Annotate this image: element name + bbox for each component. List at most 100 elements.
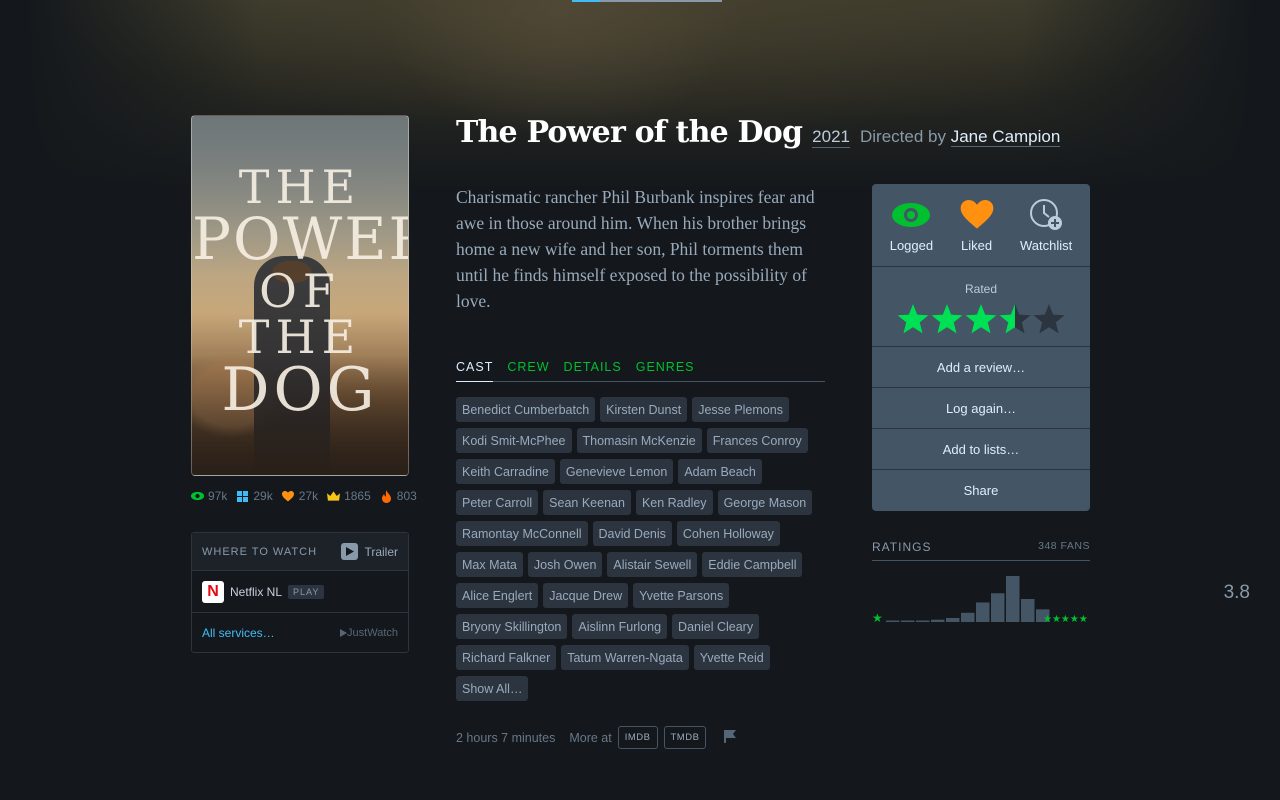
cast-member-link[interactable]: Cohen Holloway [676, 521, 780, 546]
ratings-header: RATINGS 348 FANS [872, 540, 1090, 561]
stat-top-rank[interactable]: 1865 [327, 489, 371, 503]
cast-member-link[interactable]: Daniel Cleary [672, 614, 760, 639]
rating-section: Rated [872, 267, 1090, 347]
histogram-bar[interactable] [886, 620, 900, 623]
histogram-bar[interactable] [1006, 576, 1020, 622]
cast-member-link[interactable]: Alice Englert [456, 583, 539, 608]
histogram-bar[interactable] [901, 620, 915, 623]
histogram-bar[interactable] [961, 612, 975, 622]
tab-crew[interactable]: CREW [507, 360, 549, 381]
cast-member-link[interactable]: David Denis [592, 521, 672, 546]
cast-member-link[interactable]: Kodi Smit-McPhee [456, 428, 572, 453]
average-rating[interactable]: 3.8 [1224, 582, 1250, 604]
add-to-lists-button[interactable]: Add to lists… [872, 429, 1090, 470]
where-to-watch-panel: WHERE TO WATCH Trailer N Netflix NL PLAY… [191, 532, 409, 653]
histogram-bar[interactable] [916, 620, 930, 623]
cast-member-link[interactable]: Jacque Drew [543, 583, 629, 608]
cast-member-link[interactable]: Keith Carradine [456, 459, 555, 484]
imdb-button[interactable]: IMDB [617, 726, 658, 749]
stat-popularity[interactable]: 803 [380, 489, 417, 503]
add-review-button[interactable]: Add a review… [872, 347, 1090, 388]
cast-member-link[interactable]: Aislinn Furlong [572, 614, 668, 639]
histogram-bar[interactable] [946, 617, 960, 622]
logged-button[interactable]: Logged [890, 198, 933, 253]
stat-likes[interactable]: 27k [282, 489, 318, 503]
all-services-link[interactable]: All services… [202, 626, 275, 640]
tab-genres[interactable]: GENRES [636, 360, 695, 381]
rating-star-icon[interactable] [896, 302, 930, 336]
film-synopsis: Charismatic rancher Phil Burbank inspire… [456, 187, 815, 311]
star-rating-input[interactable] [896, 302, 1066, 336]
cast-member-link[interactable]: Peter Carroll [456, 490, 539, 515]
cast-member-link[interactable]: Benedict Cumberbatch [456, 397, 596, 422]
trailer-button[interactable]: Trailer [341, 543, 398, 560]
cast-member-link[interactable]: Bryony Skillington [456, 614, 568, 639]
play-tag[interactable]: PLAY [288, 584, 325, 599]
cast-member-link[interactable]: Sean Keenan [543, 490, 631, 515]
info-tabs: CAST CREW DETAILS GENRES [456, 360, 825, 382]
cast-member-link[interactable]: Kirsten Dunst [600, 397, 688, 422]
cast-member-link[interactable]: Max Mata [456, 552, 523, 577]
histogram-bar[interactable] [991, 593, 1005, 622]
cast-member-link[interactable]: Richard Falkner [456, 645, 557, 670]
film-header: The Power of the Dog 2021 Directed by Ja… [456, 115, 1061, 150]
film-title: The Power of the Dog [456, 115, 803, 150]
tmdb-button[interactable]: TMDB [663, 726, 707, 749]
film-year-link[interactable]: 2021 [812, 127, 850, 148]
cast-member-link[interactable]: George Mason [717, 490, 813, 515]
grid-icon [236, 490, 249, 503]
film-poster[interactable]: THE POWER OF THE DOG [191, 115, 409, 476]
director-link[interactable]: Jane Campion [950, 127, 1061, 147]
stat-lists[interactable]: 29k [236, 489, 273, 503]
ratings-histogram[interactable]: ★ ★★★★★ [872, 570, 1090, 626]
cast-member-link[interactable]: Yvette Reid [693, 645, 770, 670]
watchlist-button[interactable]: Watchlist [1020, 198, 1072, 253]
cast-member-link[interactable]: Genevieve Lemon [559, 459, 674, 484]
film-stats: 97k 29k 27k 1865 803 [191, 489, 417, 503]
cast-member-link[interactable]: Frances Conroy [706, 428, 808, 453]
rating-star-icon[interactable] [1032, 302, 1066, 336]
service-row-netflix[interactable]: N Netflix NL PLAY [192, 570, 408, 612]
fans-count-link[interactable]: 348 FANS [1038, 540, 1090, 560]
cast-member-link[interactable]: Adam Beach [678, 459, 762, 484]
runtime: 2 hours 7 minutes [456, 730, 556, 745]
report-flag-icon[interactable] [724, 729, 737, 746]
heart-icon [957, 198, 997, 232]
rating-star-icon[interactable] [998, 302, 1032, 336]
rating-star-icon[interactable] [930, 302, 964, 336]
stat-watched[interactable]: 97k [191, 489, 227, 503]
cast-member-link[interactable]: Ken Radley [635, 490, 713, 515]
user-actions-panel: Logged Liked Watchlist Rated Add a revie… [872, 184, 1090, 511]
cast-member-link[interactable]: Josh Owen [527, 552, 603, 577]
cast-member-link[interactable]: Ramontay McConnell [456, 521, 588, 546]
tab-details[interactable]: DETAILS [564, 360, 622, 381]
directed-by: Directed by Jane Campion [859, 127, 1061, 147]
histogram-bar[interactable] [931, 619, 945, 622]
backdrop-scroll-indicator [572, 0, 722, 2]
show-all-cast-button[interactable]: Show All… [456, 676, 529, 701]
rating-star-icon[interactable] [964, 302, 998, 336]
cast-member-link[interactable]: Eddie Campbell [702, 552, 803, 577]
film-meta-footer: 2 hours 7 minutes More at IMDB TMDB [456, 726, 737, 749]
ratings-title[interactable]: RATINGS [872, 540, 931, 560]
rated-label: Rated [964, 282, 998, 296]
tab-cast[interactable]: CAST [456, 360, 494, 382]
service-name: Netflix NL [230, 584, 283, 599]
backdrop-fade-right [1020, 0, 1280, 190]
clock-plus-icon [1026, 198, 1066, 232]
share-button[interactable]: Share [872, 470, 1090, 511]
log-again-button[interactable]: Log again… [872, 388, 1090, 429]
cast-list: Benedict Cumberbatch Kirsten Dunst Jesse… [456, 397, 826, 701]
cast-member-link[interactable]: Alistair Sewell [607, 552, 698, 577]
histogram-min-star-icon: ★ [872, 611, 883, 625]
liked-button[interactable]: Liked [957, 198, 997, 253]
cast-member-link[interactable]: Yvette Parsons [633, 583, 730, 608]
cast-member-link[interactable]: Jesse Plemons [692, 397, 789, 422]
histogram-bar[interactable] [976, 602, 990, 622]
cast-member-link[interactable]: Tatum Warren-Ngata [561, 645, 689, 670]
play-icon [341, 543, 359, 560]
justwatch-logo[interactable]: JustWatch [340, 627, 398, 639]
histogram-max-stars-icon: ★★★★★ [1043, 614, 1088, 625]
histogram-bar[interactable] [1021, 599, 1035, 622]
cast-member-link[interactable]: Thomasin McKenzie [576, 428, 702, 453]
